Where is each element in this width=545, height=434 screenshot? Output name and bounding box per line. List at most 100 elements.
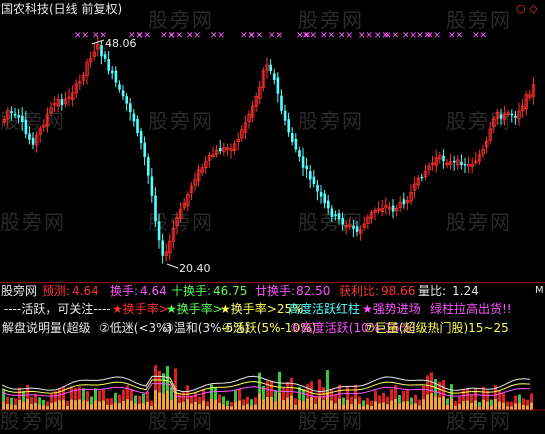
- volume-bar-top: [126, 385, 129, 399]
- volume-bar-base: [354, 398, 357, 410]
- volume-bar-top: [418, 399, 421, 406]
- volume-bar-base: [386, 403, 389, 410]
- volume-bar-top: [122, 389, 125, 401]
- candle-body: [510, 113, 514, 116]
- volume-bar-top: [406, 389, 409, 401]
- candle-body: [31, 137, 35, 145]
- candle-body: [13, 113, 17, 116]
- volume-bar-base: [190, 403, 193, 410]
- volume-bar-top: [46, 401, 49, 407]
- volume-bar-base: [66, 405, 69, 410]
- volume-bar-base: [322, 399, 325, 410]
- candle-body: [114, 70, 118, 83]
- candle-body: [301, 156, 305, 168]
- volume-bar-top: [370, 400, 373, 406]
- price-chart: ✕✕ ✕✕ ✕✕✕✕ ✕✕✕✕ ✕✕ ✕✕ ✕✕✕✕ ✕✕ ✕✕✕✕ ✕✕ ✕✕ ✕✕ ✕✕✕✕ ✕✕✕✕…: [2, 31, 536, 275]
- volume-bar-top: [446, 398, 449, 405]
- volume-bar-base: [30, 403, 33, 410]
- candle-body: [305, 165, 308, 170]
- volume-bar-base: [402, 401, 405, 410]
- volume-bar-base: [62, 399, 65, 410]
- volume-bar-top: [90, 396, 93, 404]
- volume-bar-base: [10, 404, 13, 410]
- volume-bar-top: [138, 395, 141, 404]
- volume-bar-top: [518, 394, 521, 404]
- volume-bar-base: [458, 403, 461, 410]
- volume-bar-top: [334, 395, 337, 404]
- volume-bar-top: [234, 390, 237, 402]
- volume-bar-base: [234, 401, 237, 410]
- volume-bar-base: [498, 401, 501, 410]
- stock-chart-window: 股旁网 股旁网 股旁网 股旁网 股旁网 股旁网 股旁网 股旁网 股旁网 股旁网 …: [0, 0, 545, 433]
- volume-bar-base: [214, 399, 217, 410]
- candle-body: [402, 199, 406, 205]
- candle-body: [499, 114, 503, 119]
- volume-bar-base: [122, 400, 125, 410]
- volume-bar-base: [82, 400, 85, 410]
- volume-bar-base: [226, 405, 229, 410]
- candle-body: [143, 142, 146, 158]
- volume-bar-top: [474, 388, 477, 401]
- sum-turnover-value: 82.50: [296, 284, 331, 298]
- candle-body: [330, 208, 334, 217]
- volume-bar-base: [334, 403, 337, 410]
- volume-bar-base: [310, 397, 313, 410]
- volume-bar-base: [238, 400, 241, 410]
- low-annotation-line: [166, 263, 179, 269]
- volume-bar-base: [374, 401, 377, 410]
- volume-bar-base: [202, 400, 205, 410]
- volume-bar-top: [530, 393, 533, 403]
- candle-body: [111, 70, 114, 74]
- volume-bar-base: [50, 402, 53, 410]
- candle-body: [442, 155, 445, 162]
- volume-bar-base: [290, 395, 293, 410]
- candle-body: [103, 54, 107, 59]
- volume-bar-top: [422, 385, 425, 400]
- volume-bar-base: [270, 396, 273, 410]
- volume-bar-top: [222, 396, 225, 404]
- volume-bar-base: [118, 403, 121, 410]
- indicator-panel-name: 股旁网: [1, 284, 38, 298]
- forecast-value: 4.64: [72, 284, 99, 298]
- volume-bar-base: [330, 400, 333, 410]
- volume-bar-top: [458, 396, 461, 404]
- candle-body: [60, 99, 64, 106]
- volume-bar-top: [466, 388, 469, 401]
- signal-marker-icon: ✕✕: [472, 31, 487, 41]
- volume-bar-top: [498, 390, 501, 402]
- volume-bar-base: [518, 403, 521, 410]
- volume-bar-base: [450, 398, 453, 410]
- volume-bar-base: [342, 404, 345, 410]
- volume-bar-base: [126, 398, 129, 410]
- signal-marker-icon: ✕✕: [320, 31, 335, 41]
- candle-body: [463, 164, 467, 166]
- volume-bar-top: [246, 396, 249, 405]
- volume-bar-top: [342, 397, 345, 405]
- volume-bar-base: [14, 404, 17, 410]
- volume-bar-base: [254, 404, 257, 410]
- volume-bar-top: [214, 386, 217, 400]
- volume-bar-base: [130, 400, 133, 410]
- signal-marker-icon: ✕✕: [448, 31, 463, 41]
- candle-body: [298, 150, 301, 157]
- volume-bar-base: [74, 400, 77, 410]
- candle-body: [139, 131, 143, 144]
- volume-bar-base: [510, 406, 513, 410]
- volume-bar-top: [382, 392, 385, 403]
- signal-marker-icon: ✕✕: [186, 31, 201, 41]
- candle-body: [154, 195, 157, 222]
- candle-body: [121, 90, 125, 97]
- candle-body: [150, 176, 154, 196]
- volume-bar-base: [106, 404, 109, 410]
- turnover-value: 4.64: [140, 284, 167, 298]
- volume-bar-top: [10, 397, 13, 405]
- volume-bar-top: [374, 390, 377, 402]
- candle-body: [269, 64, 272, 71]
- volume-bar-base: [134, 403, 137, 410]
- volume-bar-base: [446, 404, 449, 410]
- volume-bar-top: [242, 399, 245, 406]
- legend-green-pull-up: 绿柱拉高出货!!: [430, 302, 512, 316]
- volume-bar-base: [350, 403, 353, 410]
- volume-bar-top: [350, 396, 353, 404]
- forecast-label: 预测:: [42, 284, 71, 298]
